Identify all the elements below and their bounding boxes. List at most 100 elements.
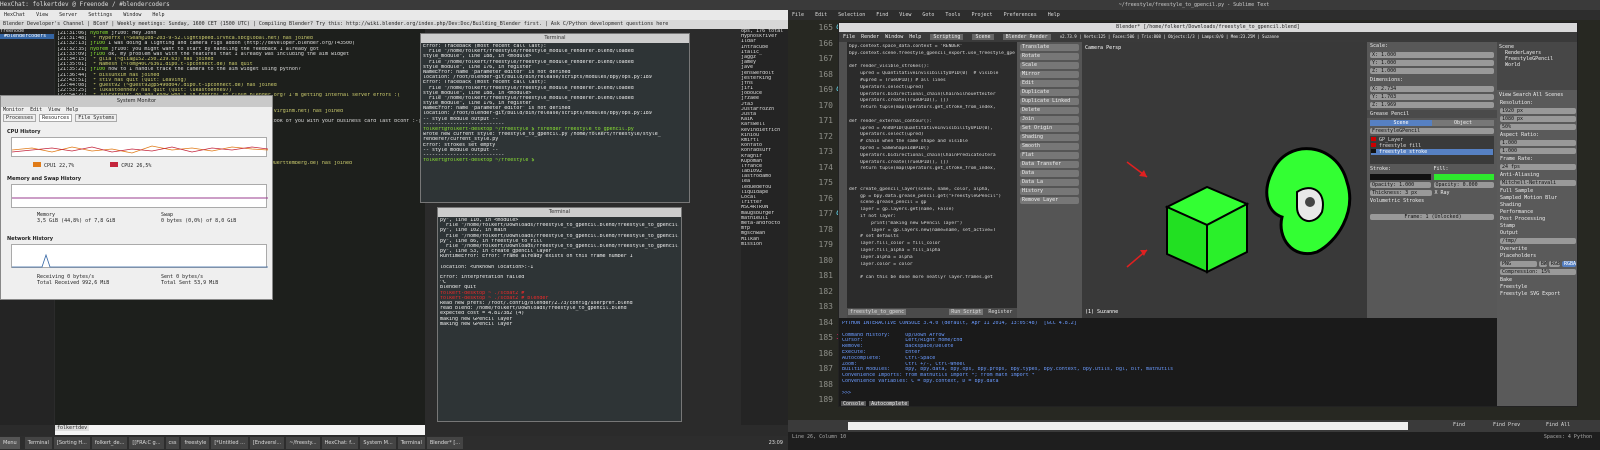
script-line[interactable]: return tuple(map(Operators.get_stroke_fr…	[849, 166, 1015, 173]
script-line[interactable]: gp = bpy.data.grease_pencil.get("Freesty…	[849, 194, 1015, 201]
script-line[interactable]: Operators.select(upred)	[849, 132, 1015, 139]
tool-button[interactable]: Edit	[1020, 80, 1079, 87]
outliner-search-tab[interactable]: Search	[1513, 92, 1531, 98]
script-line[interactable]: scene.grease_pencil = gp	[849, 200, 1015, 207]
cpu1-swatch[interactable]	[33, 162, 41, 167]
taskbar-clock[interactable]: 23:09	[765, 437, 786, 449]
script-line[interactable]: #upred = TrueUP1D() # all lines	[849, 78, 1015, 85]
tool-button[interactable]: Rotate	[1020, 53, 1079, 60]
volumetric-checkbox[interactable]: Volumetric Strokes	[1370, 198, 1494, 204]
bl-menu-file[interactable]: File	[843, 34, 855, 40]
tool-button[interactable]: Set Origin	[1020, 125, 1079, 132]
sysmon-titlebar[interactable]: System Monitor	[1, 96, 272, 107]
render-section-header[interactable]: Post Processing	[1500, 216, 1576, 222]
taskbar-item[interactable]: HexChat: f...	[321, 437, 359, 449]
script-line[interactable]: bpy.context.scene.freestyle_gpencil_expo…	[849, 51, 1015, 58]
anti-aliasing-header[interactable]: Anti-Aliasing	[1500, 172, 1576, 178]
tool-button[interactable]: Delete	[1020, 107, 1079, 114]
script-line[interactable]: # can this be done more neatly? layer.fr…	[849, 275, 1015, 282]
sysmon-menu-edit[interactable]: Edit	[30, 107, 42, 113]
user-list-item[interactable]: mission	[741, 242, 788, 247]
fill-color-swatch[interactable]	[1433, 174, 1494, 180]
taskbar-item[interactable]: [Endversl...	[249, 437, 285, 449]
script-line[interactable]: layer.alpha = alpha	[849, 255, 1015, 262]
script-line[interactable]	[849, 180, 1015, 187]
remove-layer-button[interactable]: Remove Layer	[1020, 197, 1079, 204]
script-line[interactable]: Operators.bidirectional_chain(ChainSilho…	[849, 92, 1015, 99]
channel-topic[interactable]: Blender Developer's Channel | BConf | We…	[0, 20, 788, 29]
script-line[interactable]: # set defaults	[849, 234, 1015, 241]
aa-filter-field[interactable]: Mitchell-Netravali	[1500, 180, 1576, 186]
stroke-opacity-field[interactable]: Opacity: 1.000	[1370, 182, 1431, 188]
script-line[interactable]	[849, 173, 1015, 180]
taskbar-item[interactable]: freestyle	[181, 437, 210, 449]
script-line[interactable]: def create_gpencil_layer(scene, name, co…	[849, 187, 1015, 194]
script-line[interactable]: Operators.create(TrueUP1D(), [])	[849, 160, 1015, 167]
status-syntax[interactable]: Spaces: 4 Python	[1544, 434, 1592, 440]
tool-button[interactable]: Data	[1020, 170, 1079, 177]
menu-settings[interactable]: Settings	[88, 12, 112, 18]
script-line[interactable]	[849, 58, 1015, 65]
subl-menu-preferences[interactable]: Preferences	[1004, 12, 1037, 18]
find-all-button[interactable]: Find All	[1546, 422, 1570, 428]
res-percent-field[interactable]: 50%	[1500, 124, 1576, 130]
layout-selector[interactable]: Scripting	[930, 34, 964, 40]
gp-object-tab[interactable]: Object	[1432, 120, 1494, 126]
console-output[interactable]: PYTHON INTERACTIVE CONSOLE 3.4.0 (defaul…	[842, 321, 1494, 396]
subl-menu-help[interactable]: Help	[1048, 12, 1060, 18]
gp-layer-stroke[interactable]: freestyle stroke	[1371, 149, 1493, 155]
script-line[interactable]: # chain when the same shape and visible	[849, 139, 1015, 146]
taskbar-item[interactable]: Blender* [...	[426, 437, 464, 449]
thickness-field[interactable]: Thickness: 3 px	[1370, 190, 1432, 196]
script-line[interactable]: layer.color = color	[849, 262, 1015, 269]
script-line[interactable]	[849, 112, 1015, 119]
subl-menu-file[interactable]: File	[792, 12, 804, 18]
motion-blur-header[interactable]: Sampled Motion Blur	[1500, 195, 1576, 201]
freestyle-header[interactable]: Freestyle	[1500, 284, 1576, 290]
dim-y-value[interactable]: 1.703	[1381, 94, 1396, 100]
sysmon-menu-view[interactable]: View	[48, 107, 60, 113]
script-line[interactable]: layer.fill_alpha = fill_alpha	[849, 248, 1015, 255]
outliner-scenes-tab[interactable]: All Scenes	[1533, 92, 1563, 98]
res-x-field[interactable]: 1920 px	[1500, 108, 1576, 114]
tool-button[interactable]: Scale	[1020, 62, 1079, 69]
subl-menu-selection[interactable]: Selection	[838, 12, 865, 18]
stroke-color-swatch[interactable]	[1370, 174, 1431, 180]
cube-object[interactable]	[1164, 185, 1250, 274]
scale-x-value[interactable]: 1.000	[1381, 52, 1396, 58]
input-nick[interactable]: folkertdev	[55, 425, 90, 431]
subl-menu-find[interactable]: Find	[876, 12, 888, 18]
compression-value[interactable]: 15%	[1541, 269, 1550, 275]
svg-export-header[interactable]: Freestyle SVG Export	[1500, 291, 1576, 297]
render-section-header[interactable]: Performance	[1500, 209, 1576, 215]
tool-button[interactable]: Duplicate Linked	[1020, 98, 1079, 105]
frame-lock-field[interactable]: Frame: 1 (Unlocked)	[1370, 214, 1494, 220]
subl-menu-view[interactable]: View	[899, 12, 911, 18]
script-line[interactable]: bpy.context.space_data.context = 'RENDER…	[849, 44, 1015, 51]
find-prev-button[interactable]: Find Prev	[1493, 422, 1520, 428]
taskbar-item[interactable]: css	[165, 437, 180, 449]
bl-menu-help[interactable]: Help	[909, 34, 921, 40]
overwrite-checkbox[interactable]: Overwrite	[1500, 246, 1576, 252]
taskbar-item[interactable]: ~/freesty...	[286, 437, 320, 449]
tool-button[interactable]: Mirror	[1020, 71, 1079, 78]
tool-button[interactable]: Shading	[1020, 134, 1079, 141]
terminal-2-titlebar[interactable]: Terminal	[438, 208, 681, 217]
suzanne-object[interactable]	[1265, 147, 1352, 256]
tab-processes[interactable]: Processes	[3, 114, 37, 122]
tree-channel[interactable]: #blendercoders	[0, 34, 54, 40]
taskbar-item[interactable]: Terminal	[397, 437, 425, 449]
script-line[interactable]	[849, 268, 1015, 275]
subl-menu-tools[interactable]: Tools	[945, 12, 960, 18]
script-line[interactable]: bpred = SameShapeIdBP1D()	[849, 146, 1015, 153]
script-line[interactable]: if not layer:	[849, 214, 1015, 221]
subl-menu-goto[interactable]: Goto	[922, 12, 934, 18]
run-script-button[interactable]: Run Script	[949, 309, 984, 315]
terminal-1-titlebar[interactable]: Terminal	[421, 34, 689, 43]
render-section-header[interactable]: Shading	[1500, 202, 1576, 208]
bw-toggle[interactable]: BW	[1538, 261, 1547, 267]
outliner-world[interactable]: World	[1499, 62, 1577, 68]
outliner-view-tab[interactable]: View	[1499, 92, 1511, 98]
fps-field[interactable]: 24 fps	[1500, 164, 1576, 170]
start-menu-button[interactable]: Menu	[0, 437, 20, 449]
